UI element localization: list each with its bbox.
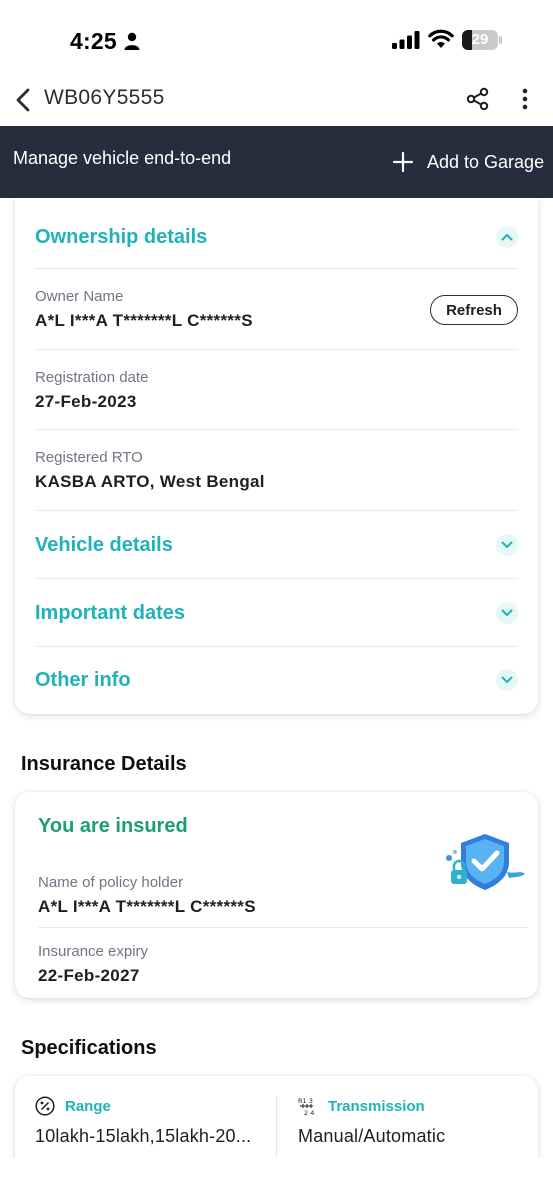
section-important-dates[interactable]: Important dates	[35, 579, 518, 647]
spec-item-transmission: R1 3 2 4 Transmission Manual/Automatic	[298, 1096, 445, 1147]
registered-rto-value: KASBA ARTO, West Bengal	[35, 472, 265, 491]
refresh-button[interactable]: Refresh	[430, 295, 518, 325]
divider	[276, 1096, 277, 1158]
registration-date-field: Registration date 27-Feb-2023	[35, 369, 148, 412]
specifications-heading: Specifications	[21, 1037, 157, 1059]
owner-name-value: A*L I***A T*******L C******S	[35, 311, 253, 330]
policy-holder-label: Name of policy holder	[38, 874, 184, 891]
divider	[35, 268, 518, 269]
insurance-card: You are insured Name of policy holder A*…	[15, 792, 538, 998]
insurance-expiry-field: Insurance expiry 22-Feb-2027	[38, 943, 148, 986]
section-vehicle-details[interactable]: Vehicle details	[35, 511, 518, 579]
shield-check-icon	[446, 834, 525, 890]
insurance-expiry-value: 22-Feb-2027	[38, 966, 140, 985]
status-bar: 4:25 29	[0, 0, 553, 80]
percent-icon	[35, 1096, 55, 1116]
signal-icon	[392, 31, 420, 49]
status-time: 4:25	[70, 28, 117, 54]
chevron-down-icon	[496, 602, 518, 624]
battery-tip	[499, 36, 502, 44]
spec-label: Transmission	[328, 1097, 425, 1115]
section-title: Important dates	[35, 601, 186, 624]
vehicle-info-card: Ownership details Owner Name A*L I***A T…	[15, 198, 538, 714]
manage-banner: Manage vehicle end-to-end Add to Garage	[0, 126, 553, 198]
spec-label: Range	[65, 1097, 111, 1115]
bottom-edge	[0, 1158, 553, 1200]
policy-holder-field: Name of policy holder A*L I***A T*******…	[38, 874, 256, 917]
divider	[35, 349, 518, 350]
back-icon[interactable]	[12, 84, 36, 116]
svg-text:2 4: 2 4	[304, 1109, 314, 1116]
registered-rto-label: Registered RTO	[35, 449, 143, 466]
spec-value: 10lakh-15lakh,15lakh-20...	[35, 1126, 252, 1146]
app-header: WB06Y5555	[0, 76, 553, 126]
section-title: Ownership details	[35, 225, 208, 248]
add-to-garage-button[interactable]: Add to Garage	[392, 144, 544, 180]
svg-text:R1 3: R1 3	[298, 1097, 313, 1105]
chevron-down-icon	[496, 669, 518, 691]
page-title: WB06Y5555	[44, 86, 165, 109]
add-to-garage-label: Add to Garage	[427, 151, 545, 172]
share-icon[interactable]	[465, 86, 491, 112]
spec-item-range: Range 10lakh-15lakh,15lakh-20...	[35, 1096, 251, 1147]
spec-value: Manual/Automatic	[298, 1126, 446, 1146]
more-icon[interactable]	[514, 86, 536, 112]
registered-rto-field: Registered RTO KASBA ARTO, West Bengal	[35, 449, 265, 492]
insurance-heading: Insurance Details	[21, 753, 187, 775]
insurance-expiry-label: Insurance expiry	[38, 943, 149, 960]
divider	[35, 429, 518, 430]
registration-date-value: 27-Feb-2023	[35, 392, 137, 411]
insurance-status: You are insured	[38, 815, 188, 837]
chevron-down-icon	[496, 534, 518, 556]
chevron-up-icon	[496, 226, 518, 248]
policy-holder-value: A*L I***A T*******L C******S	[38, 897, 256, 916]
wifi-icon	[428, 29, 454, 48]
section-title: Other info	[35, 668, 131, 691]
section-title: Vehicle details	[35, 533, 173, 556]
owner-name-label: Owner Name	[35, 288, 124, 305]
plus-icon	[392, 151, 414, 173]
divider	[38, 927, 528, 928]
battery-icon: 29	[462, 30, 498, 50]
gear-pattern-icon: R1 3 2 4	[298, 1097, 314, 1116]
battery-level: 29	[471, 31, 489, 48]
registration-date-label: Registration date	[35, 369, 149, 386]
person-icon	[124, 32, 140, 50]
section-other-info[interactable]: Other info	[35, 646, 518, 714]
section-ownership-details[interactable]: Ownership details	[35, 203, 518, 271]
owner-name-field: Owner Name A*L I***A T*******L C******S	[35, 288, 253, 331]
banner-text: Manage vehicle end-to-end	[13, 148, 232, 168]
